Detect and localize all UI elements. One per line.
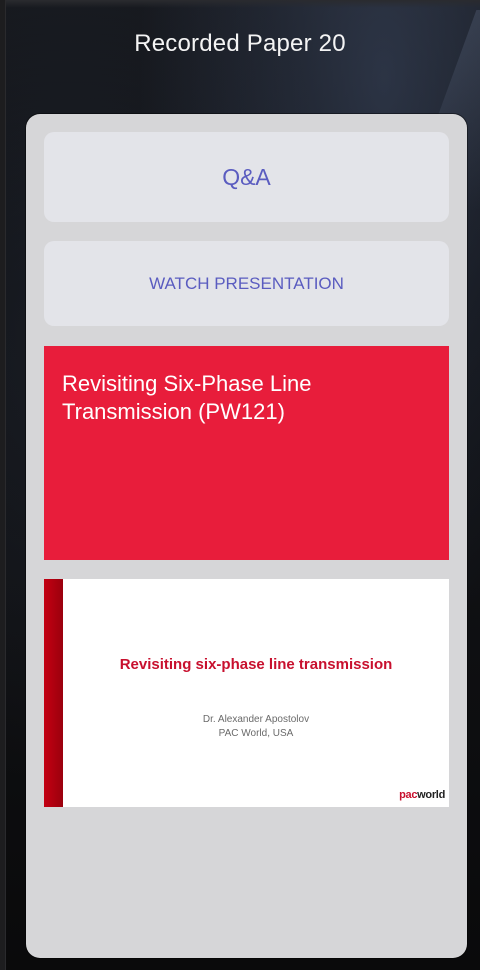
presentation-thumbnail[interactable]: Revisiting six-phase line transmission D… <box>44 579 449 807</box>
logo-pac-text: pac <box>399 789 418 801</box>
pacworld-logo: pacworld <box>399 789 445 801</box>
slide-author: Dr. Alexander Apostolov <box>202 714 310 725</box>
logo-world-text: world <box>417 789 445 801</box>
app-frame: Recorded Paper 20 Q&A WATCH PRESENTATION… <box>0 0 480 970</box>
slide-accent-bar <box>44 579 63 807</box>
qa-button-label: Q&A <box>222 163 271 190</box>
paper-title-banner: Revisiting Six-Phase Line Transmission (… <box>44 346 449 560</box>
content-panel: Q&A WATCH PRESENTATION Revisiting Six-Ph… <box>26 114 467 958</box>
watch-presentation-label: WATCH PRESENTATION <box>149 273 344 293</box>
watch-presentation-button[interactable]: WATCH PRESENTATION <box>44 241 449 326</box>
page-title: Recorded Paper 20 <box>134 30 346 57</box>
slide-affiliation: PAC World, USA <box>218 728 294 739</box>
top-edge <box>0 0 480 8</box>
slide-title: Revisiting six-phase line transmission <box>119 656 393 673</box>
left-edge <box>0 0 6 970</box>
paper-title: Revisiting Six-Phase Line Transmission (… <box>62 371 312 424</box>
qa-button[interactable]: Q&A <box>44 132 449 222</box>
